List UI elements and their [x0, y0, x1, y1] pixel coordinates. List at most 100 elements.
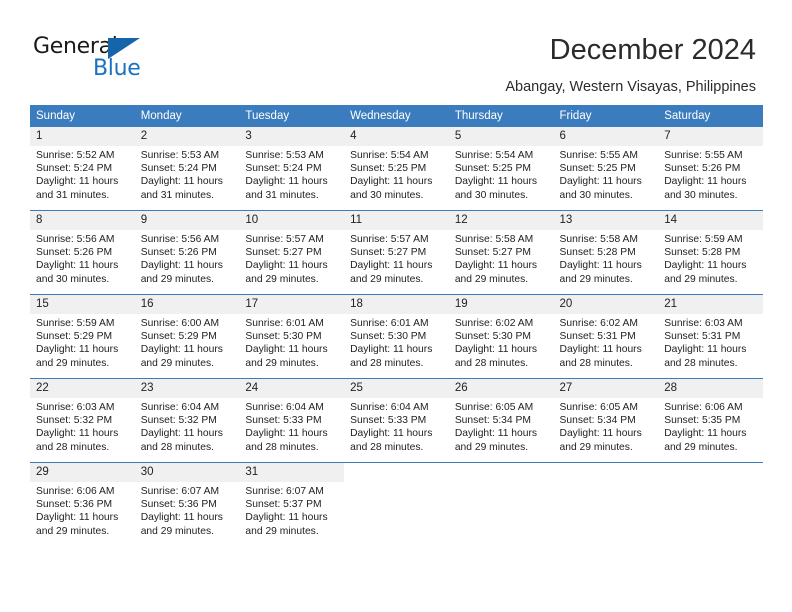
daylight-text-line1: Daylight: 11 hours — [245, 428, 328, 440]
day-cell[interactable]: 15 Sunrise: 5:59 AM Sunset: 5:29 PM Dayl… — [30, 294, 135, 379]
day-cell[interactable]: 22 Sunrise: 6:03 AM Sunset: 5:32 PM Dayl… — [30, 378, 135, 463]
day-cell[interactable]: 28 Sunrise: 6:06 AM Sunset: 5:35 PM Dayl… — [658, 378, 763, 463]
daylight-text-line1: Daylight: 11 hours — [350, 428, 433, 440]
day-cell-empty — [344, 462, 449, 546]
day-details: Sunrise: 5:55 AM Sunset: 5:26 PM Dayligh… — [658, 146, 763, 202]
daylight-text-line2: and 30 minutes. — [350, 189, 424, 201]
calendar-week-row: 22 Sunrise: 6:03 AM Sunset: 5:32 PM Dayl… — [30, 378, 763, 463]
sunset-text: Sunset: 5:31 PM — [559, 331, 636, 343]
day-number: 20 — [553, 295, 659, 314]
day-cell[interactable]: 1 Sunrise: 5:52 AM Sunset: 5:24 PM Dayli… — [30, 127, 135, 211]
day-cell[interactable]: 16 Sunrise: 6:00 AM Sunset: 5:29 PM Dayl… — [134, 294, 240, 379]
day-cell[interactable]: 20 Sunrise: 6:02 AM Sunset: 5:31 PM Dayl… — [553, 294, 659, 379]
day-number: 28 — [658, 379, 763, 398]
day-cell[interactable]: 9 Sunrise: 5:56 AM Sunset: 5:26 PM Dayli… — [134, 210, 240, 295]
day-number: 8 — [30, 211, 135, 230]
calendar-page: General Blue December 2024 Abangay, West… — [0, 0, 792, 612]
day-cell[interactable]: 2 Sunrise: 5:53 AM Sunset: 5:24 PM Dayli… — [134, 127, 240, 211]
daylight-text-line2: and 28 minutes. — [350, 357, 424, 369]
day-cell[interactable]: 13 Sunrise: 5:58 AM Sunset: 5:28 PM Dayl… — [553, 210, 659, 295]
day-cell[interactable]: 12 Sunrise: 5:58 AM Sunset: 5:27 PM Dayl… — [448, 210, 554, 295]
sunrise-text: Sunrise: 5:54 AM — [350, 150, 429, 161]
day-details: Sunrise: 5:58 AM Sunset: 5:27 PM Dayligh… — [449, 230, 554, 286]
sunset-text: Sunset: 5:30 PM — [454, 331, 531, 343]
day-number: 9 — [134, 211, 240, 230]
daylight-text-line1: Daylight: 11 hours — [454, 428, 538, 440]
day-cell[interactable]: 27 Sunrise: 6:05 AM Sunset: 5:34 PM Dayl… — [553, 378, 659, 463]
day-details: Sunrise: 6:05 AM Sunset: 5:34 PM Dayligh… — [554, 398, 659, 454]
sunrise-text: Sunrise: 5:57 AM — [350, 234, 429, 245]
daylight-text-line1: Daylight: 11 hours — [140, 260, 223, 272]
sunset-text: Sunset: 5:34 PM — [454, 415, 531, 427]
day-cell[interactable]: 29 Sunrise: 6:06 AM Sunset: 5:36 PM Dayl… — [30, 462, 135, 546]
daylight-text-line2: and 28 minutes. — [454, 357, 529, 369]
daylight-text-line1: Daylight: 11 hours — [350, 176, 433, 188]
day-number — [658, 463, 763, 482]
day-cell[interactable]: 6 Sunrise: 5:55 AM Sunset: 5:25 PM Dayli… — [553, 127, 659, 211]
calendar-header-row: Sunday Monday Tuesday Wednesday Thursday… — [30, 105, 763, 127]
daylight-text-line1: Daylight: 11 hours — [245, 344, 328, 356]
sunset-text: Sunset: 5:36 PM — [36, 499, 113, 511]
day-cell[interactable]: 31 Sunrise: 6:07 AM Sunset: 5:37 PM Dayl… — [239, 462, 345, 546]
daylight-text-line1: Daylight: 11 hours — [350, 344, 433, 356]
daylight-text-line2: and 31 minutes. — [245, 189, 319, 201]
day-cell[interactable]: 14 Sunrise: 5:59 AM Sunset: 5:28 PM Dayl… — [658, 210, 763, 295]
day-number: 15 — [30, 295, 135, 314]
page-header: General Blue December 2024 Abangay, West… — [0, 0, 792, 100]
day-cell[interactable]: 18 Sunrise: 6:01 AM Sunset: 5:30 PM Dayl… — [344, 294, 449, 379]
day-cell[interactable]: 5 Sunrise: 5:54 AM Sunset: 5:25 PM Dayli… — [448, 127, 554, 211]
day-details: Sunrise: 6:00 AM Sunset: 5:29 PM Dayligh… — [135, 314, 240, 370]
daylight-text-line1: Daylight: 11 hours — [36, 512, 119, 524]
day-number: 7 — [658, 127, 763, 146]
sunset-text: Sunset: 5:27 PM — [454, 247, 531, 259]
sunrise-text: Sunrise: 5:55 AM — [664, 150, 743, 161]
day-cell[interactable]: 3 Sunrise: 5:53 AM Sunset: 5:24 PM Dayli… — [239, 127, 345, 211]
day-cell[interactable]: 19 Sunrise: 6:02 AM Sunset: 5:30 PM Dayl… — [448, 294, 554, 379]
day-cell[interactable]: 30 Sunrise: 6:07 AM Sunset: 5:36 PM Dayl… — [134, 462, 240, 546]
day-details: Sunrise: 5:57 AM Sunset: 5:27 PM Dayligh… — [344, 230, 449, 286]
sunrise-sunset-calendar: Sunday Monday Tuesday Wednesday Thursday… — [30, 105, 763, 546]
day-cell[interactable]: 21 Sunrise: 6:03 AM Sunset: 5:31 PM Dayl… — [658, 294, 763, 379]
day-cell[interactable]: 10 Sunrise: 5:57 AM Sunset: 5:27 PM Dayl… — [239, 210, 345, 295]
weekday-header-sunday: Sunday — [30, 105, 135, 127]
sunrise-text: Sunrise: 6:04 AM — [350, 402, 429, 413]
day-number: 5 — [448, 127, 554, 146]
day-details: Sunrise: 5:54 AM Sunset: 5:25 PM Dayligh… — [344, 146, 449, 202]
day-cell[interactable]: 23 Sunrise: 6:04 AM Sunset: 5:32 PM Dayl… — [134, 378, 240, 463]
day-cell[interactable]: 7 Sunrise: 5:55 AM Sunset: 5:26 PM Dayli… — [658, 127, 763, 211]
day-cell[interactable]: 25 Sunrise: 6:04 AM Sunset: 5:33 PM Dayl… — [344, 378, 449, 463]
day-cell[interactable]: 17 Sunrise: 6:01 AM Sunset: 5:30 PM Dayl… — [239, 294, 345, 379]
day-cell[interactable]: 4 Sunrise: 5:54 AM Sunset: 5:25 PM Dayli… — [344, 127, 449, 211]
daylight-text-line2: and 30 minutes. — [454, 189, 529, 201]
day-details: Sunrise: 6:06 AM Sunset: 5:35 PM Dayligh… — [658, 398, 763, 454]
day-details: Sunrise: 6:02 AM Sunset: 5:31 PM Dayligh… — [554, 314, 659, 370]
day-cell[interactable]: 8 Sunrise: 5:56 AM Sunset: 5:26 PM Dayli… — [30, 210, 135, 295]
sunset-text: Sunset: 5:25 PM — [454, 163, 531, 175]
sunset-text: Sunset: 5:29 PM — [36, 331, 113, 343]
day-number: 3 — [239, 127, 345, 146]
daylight-text-line2: and 30 minutes. — [664, 189, 738, 201]
brand-name-general: General — [33, 34, 118, 59]
daylight-text-line1: Daylight: 11 hours — [664, 344, 747, 356]
brand-logo[interactable]: General Blue — [33, 36, 173, 86]
day-details: Sunrise: 5:53 AM Sunset: 5:24 PM Dayligh… — [239, 146, 344, 202]
sunrise-text: Sunrise: 6:05 AM — [559, 402, 638, 413]
daylight-text-line1: Daylight: 11 hours — [36, 344, 119, 356]
sunset-text: Sunset: 5:36 PM — [140, 499, 217, 511]
day-details: Sunrise: 6:02 AM Sunset: 5:30 PM Dayligh… — [449, 314, 554, 370]
sunrise-text: Sunrise: 5:57 AM — [245, 234, 324, 245]
sunrise-text: Sunrise: 6:06 AM — [36, 486, 115, 497]
daylight-text-line1: Daylight: 11 hours — [559, 260, 642, 272]
sunrise-text: Sunrise: 6:05 AM — [454, 402, 534, 413]
day-number: 29 — [30, 463, 135, 482]
day-cell[interactable]: 11 Sunrise: 5:57 AM Sunset: 5:27 PM Dayl… — [344, 210, 449, 295]
page-title: December 2024 — [549, 34, 756, 66]
sunset-text: Sunset: 5:27 PM — [245, 247, 322, 259]
day-cell[interactable]: 24 Sunrise: 6:04 AM Sunset: 5:33 PM Dayl… — [239, 378, 345, 463]
weekday-header-wednesday: Wednesday — [344, 105, 449, 127]
day-cell[interactable]: 26 Sunrise: 6:05 AM Sunset: 5:34 PM Dayl… — [448, 378, 554, 463]
sunset-text: Sunset: 5:37 PM — [245, 499, 322, 511]
daylight-text-line1: Daylight: 11 hours — [140, 344, 223, 356]
day-details: Sunrise: 5:58 AM Sunset: 5:28 PM Dayligh… — [554, 230, 659, 286]
sunset-text: Sunset: 5:24 PM — [140, 163, 217, 175]
